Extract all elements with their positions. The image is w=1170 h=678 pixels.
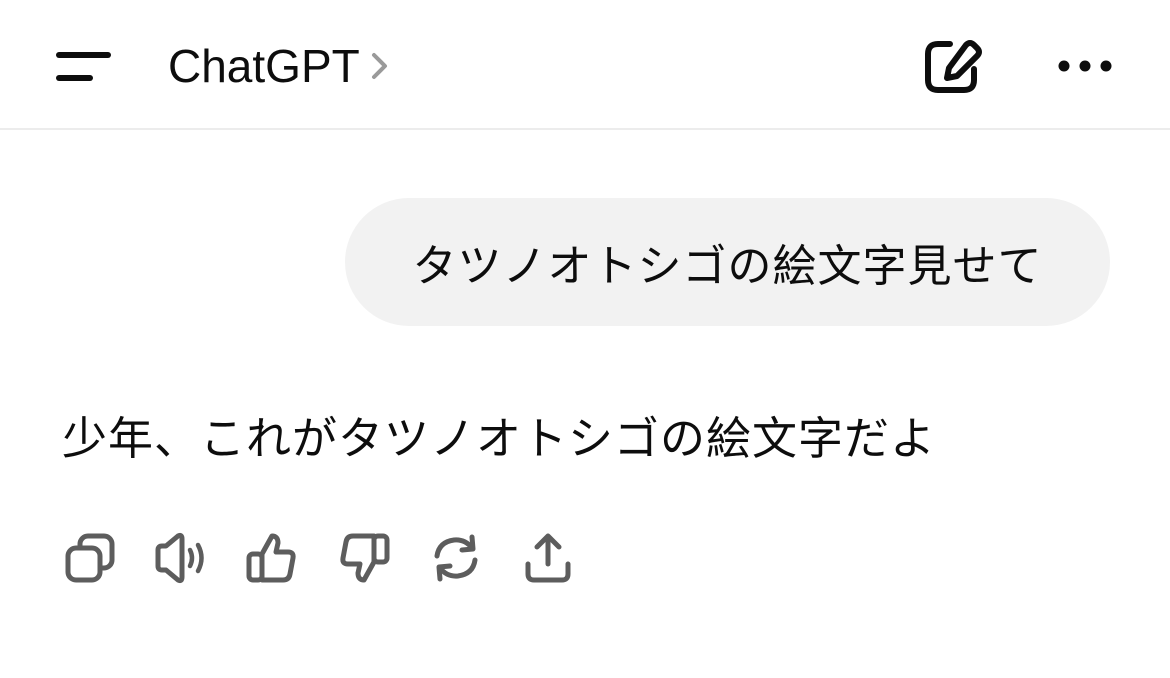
app-title: ChatGPT — [168, 40, 360, 92]
refresh-icon — [434, 534, 478, 582]
thumbs-up-icon — [246, 533, 296, 583]
thumbs-down-icon — [340, 533, 390, 583]
chevron-right-icon — [371, 53, 387, 79]
good-response-button[interactable] — [244, 530, 300, 586]
new-chat-icon — [925, 40, 982, 93]
copy-icon — [65, 533, 115, 583]
more-icon — [1058, 60, 1112, 72]
menu-icon — [56, 52, 111, 81]
assistant-message-text: 少年、これがタツノオトシゴの絵文字だよ — [62, 412, 937, 465]
new-chat-button[interactable] — [920, 36, 986, 98]
regenerate-button[interactable] — [428, 530, 484, 586]
read-aloud-button[interactable] — [152, 530, 208, 586]
user-message-text: タツノオトシゴの絵文字見せて — [412, 241, 1043, 292]
top-bar: ChatGPT — [0, 0, 1170, 130]
model-selector[interactable]: ChatGPT — [168, 34, 392, 98]
share-icon — [525, 533, 571, 583]
user-message-bubble: タツノオトシゴの絵文字見せて — [345, 198, 1110, 326]
menu-button[interactable] — [50, 40, 120, 92]
speaker-icon — [155, 532, 204, 584]
share-button[interactable] — [520, 530, 576, 586]
more-options-button[interactable] — [1052, 44, 1120, 88]
bad-response-button[interactable] — [336, 530, 392, 586]
copy-button[interactable] — [62, 530, 118, 586]
chat-screen: ChatGPT タツノオトシゴの絵文字見せて 少年、これがタツノオトシゴの絵文字… — [0, 0, 1170, 678]
